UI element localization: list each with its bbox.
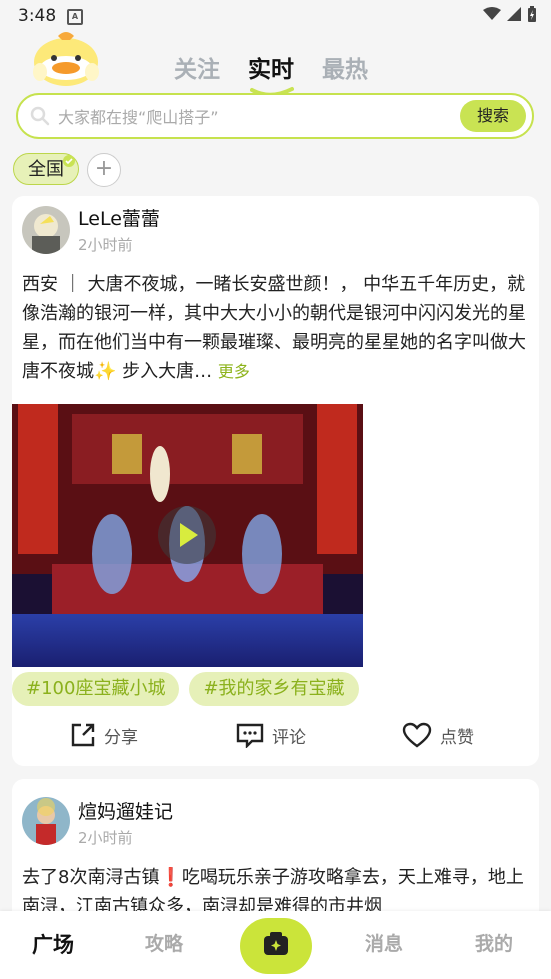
share-label: 分享 [104, 727, 138, 748]
comment-label: 评论 [272, 727, 306, 748]
user-name[interactable]: LeLe蕾蕾 [78, 204, 160, 231]
add-region-button[interactable]: + [87, 153, 121, 187]
more-link[interactable]: 更多 [218, 362, 250, 381]
share-button[interactable]: 分享 [70, 722, 138, 748]
status-time: 3:48 [18, 6, 57, 26]
search-icon [30, 106, 50, 126]
region-filter: 全国 + [13, 153, 121, 187]
nav-plaza[interactable]: 广场 [32, 929, 74, 959]
nav-messages[interactable]: 消息 [365, 929, 403, 956]
tab-realtime[interactable]: 实时 [248, 50, 294, 97]
camera-icon [264, 932, 288, 955]
region-chip-label: 全国 [28, 159, 64, 180]
comment-icon [236, 723, 264, 748]
nav-guides[interactable]: 攻略 [145, 929, 183, 956]
play-icon [180, 523, 198, 547]
avatar[interactable] [22, 206, 70, 254]
camera-button[interactable] [240, 918, 312, 974]
post-time: 2小时前 [78, 236, 133, 254]
tag-chip[interactable]: #我的家乡有宝藏 [189, 672, 359, 706]
play-button[interactable] [158, 506, 216, 564]
post-actions: 分享 评论 点赞 [12, 716, 539, 760]
bottom-nav: 广场 攻略 消息 我的 [0, 911, 551, 979]
status-icons [483, 6, 537, 22]
battery-icon [528, 6, 536, 22]
avatar-image [22, 797, 70, 845]
top-bar: 关注 实时 最热 [0, 28, 551, 97]
post-body: 西安 ｜ 大唐不夜城，一睹长安盛世颜！， 中华五千年历史，就像浩瀚的银河一样，其… [22, 274, 526, 382]
search-input[interactable] [56, 103, 460, 131]
share-icon [71, 723, 95, 747]
wifi-icon [483, 7, 501, 20]
post-body: 去了8次南浔古镇❗吃喝玩乐亲子游攻略拿去，天上难寻，地上南浔，江南古镇众多，南浔… [22, 867, 524, 917]
sim-icon: A [67, 9, 83, 25]
post-text[interactable]: 西安 ｜ 大唐不夜城，一睹长安盛世颜！， 中华五千年历史，就像浩瀚的银河一样，其… [22, 270, 532, 386]
feed-tabs: 关注 实时 最热 [174, 50, 368, 97]
tab-hot[interactable]: 最热 [322, 50, 368, 84]
search-bar: 搜索 [16, 93, 534, 139]
mascot-logo [33, 32, 99, 86]
check-icon [63, 155, 75, 167]
avatar-image [22, 206, 70, 254]
region-chip[interactable]: 全国 [13, 153, 79, 185]
post-time: 2小时前 [78, 829, 133, 847]
comment-button[interactable]: 评论 [236, 722, 306, 748]
tag-list: #100座宝藏小城 #我的家乡有宝藏 [12, 672, 359, 706]
post-card[interactable]: LeLe蕾蕾 2小时前 西安 ｜ 大唐不夜城，一睹长安盛世颜！， 中华五千年历史… [12, 196, 539, 766]
search-button[interactable]: 搜索 [460, 100, 526, 132]
avatar[interactable] [22, 797, 70, 845]
like-label: 点赞 [440, 727, 474, 748]
signal-icon [507, 7, 521, 21]
video-thumbnail[interactable] [12, 404, 363, 667]
like-button[interactable]: 点赞 [402, 722, 474, 748]
tab-following[interactable]: 关注 [174, 50, 220, 84]
user-name[interactable]: 煊妈遛娃记 [78, 797, 173, 824]
tab-realtime-label: 实时 [248, 57, 294, 83]
heart-icon [402, 722, 432, 748]
tag-chip[interactable]: #100座宝藏小城 [12, 672, 180, 706]
nav-profile[interactable]: 我的 [475, 929, 513, 956]
